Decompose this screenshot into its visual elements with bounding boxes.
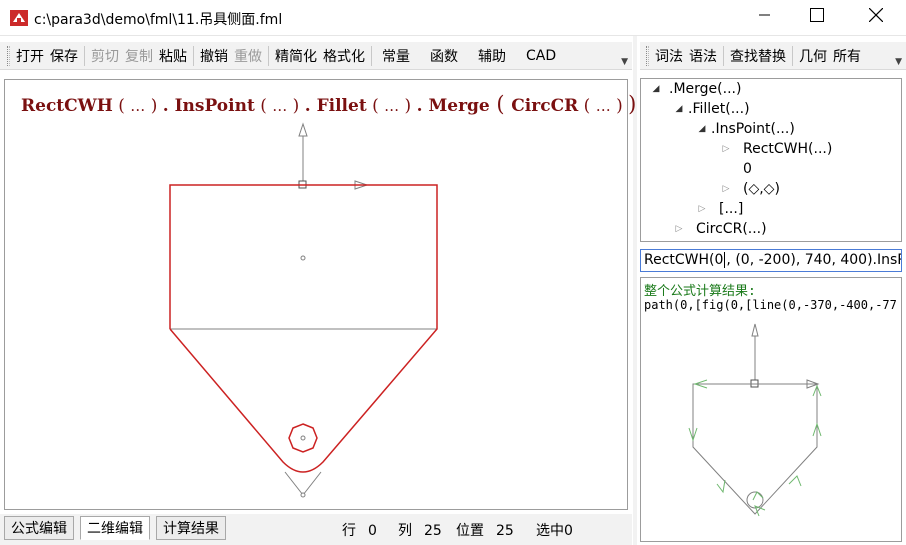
tree-node-label: 0 (743, 161, 752, 177)
expanded-arrow-icon[interactable]: ◢ (672, 104, 686, 114)
tree-node-label: RectCWH(...) (743, 141, 833, 157)
status-row-label: 行 (342, 523, 356, 539)
status-col: 列 25 (398, 520, 442, 540)
formula-input[interactable]: RectCWH(0, (0, -200), 740, 400).InsP (640, 249, 902, 272)
tab-calc-result[interactable]: 计算结果 (156, 516, 226, 540)
maximize-icon (810, 8, 824, 22)
status-bar: 公式编辑 二维编辑 计算结果 行0 列 25 位置 25 选中0 (0, 514, 632, 545)
y-axis-arrow-icon (298, 122, 308, 137)
cone-tip-left-line (284, 471, 304, 496)
cad-menu-button[interactable]: CAD (523, 48, 559, 64)
status-row-value: 0 (368, 523, 377, 539)
status-col-label: 列 (398, 523, 412, 539)
tree-node[interactable]: ▷ [...] (695, 201, 744, 217)
functions-menu-button[interactable]: 函数 (427, 46, 461, 66)
constants-menu-button[interactable]: 常量 (379, 46, 413, 66)
collapsed-arrow-icon[interactable]: ▷ (695, 204, 709, 214)
syntax-button[interactable]: 语法 (686, 46, 720, 66)
tree-node[interactable]: ◢ .Fillet(...) (672, 101, 750, 117)
main-toolbar: 打开 保存 剪切 复制 粘贴 撤销 重做 精简化 格式化 常量 函数 辅助 CA… (0, 42, 632, 70)
app-icon (10, 10, 28, 26)
toolbar-grip[interactable] (7, 45, 10, 66)
toolbar-separator (84, 45, 85, 66)
tree-node[interactable]: ▷ CircCR(...) (672, 221, 767, 237)
status-position-value: 25 (496, 523, 514, 539)
toolbar-separator (268, 45, 269, 66)
helpers-menu-button[interactable]: 辅助 (475, 46, 509, 66)
center-marker[interactable] (300, 255, 306, 261)
tree-node[interactable]: ▷ (◇,◇) (719, 181, 780, 197)
format-button[interactable]: 格式化 (320, 46, 368, 66)
toolbar-grip[interactable] (646, 45, 649, 66)
2d-editor-canvas[interactable]: RectCWH ( … ) . InsPoint ( … ) . Fillet … (4, 79, 636, 510)
paste-button[interactable]: 粘贴 (156, 46, 190, 66)
preview-outline-path (692, 383, 818, 515)
expanded-arrow-icon[interactable]: ◢ (649, 84, 663, 94)
minimize-button[interactable] (742, 0, 788, 30)
cone-tip-right-line (302, 471, 322, 496)
tree-node[interactable]: ◢ .Merge(...) (649, 81, 742, 97)
tree-node-label: [...] (719, 201, 744, 217)
minimize-icon (759, 14, 770, 16)
lexical-button[interactable]: 词法 (652, 46, 686, 66)
tree-node[interactable]: ◢ .InsPoint(...) (695, 121, 795, 137)
tree-node-label: .InsPoint(...) (711, 121, 795, 137)
geometry-button[interactable]: 几何 (796, 46, 830, 66)
toolbar-separator (792, 45, 793, 66)
circle-center-marker[interactable] (300, 435, 306, 441)
preview-y-arrow-icon (751, 323, 759, 337)
toolbar-overflow-icon[interactable]: ▼ (621, 57, 628, 67)
open-button[interactable]: 打开 (13, 46, 47, 66)
status-selection-label: 选中 (536, 523, 564, 539)
tree-node-label: .Merge(...) (669, 81, 742, 97)
tree-node[interactable]: 0 (743, 161, 752, 177)
tab-2d-edit[interactable]: 二维编辑 (80, 516, 150, 540)
simplify-button[interactable]: 精简化 (272, 46, 320, 66)
formula-input-text: RectCWH(0 (644, 252, 724, 268)
status-selection-value: 0 (564, 523, 573, 539)
result-preview-drawing (688, 323, 822, 517)
cone-tip-marker[interactable] (300, 492, 306, 498)
toolbar-separator (193, 45, 194, 66)
save-button[interactable]: 保存 (47, 46, 81, 66)
find-replace-button[interactable]: 查找替换 (727, 46, 789, 66)
status-row: 行0 (342, 520, 377, 540)
analysis-toolbar: 词法 语法 查找替换 几何 所有 ▼ (640, 42, 906, 70)
status-col-value: 25 (424, 523, 442, 539)
toolbar-separator (371, 45, 372, 66)
status-position-label: 位置 (456, 523, 484, 539)
tree-node-label: CircCR(...) (696, 221, 767, 237)
formula-tree-view[interactable]: ◢ .Merge(...) ◢ .Fillet(...) ◢ .InsPoint(..… (640, 78, 902, 242)
close-button[interactable] (853, 0, 899, 30)
cut-button[interactable]: 剪切 (88, 46, 122, 66)
collapsed-arrow-icon[interactable]: ▷ (672, 224, 686, 234)
status-selection: 选中0 (536, 520, 573, 540)
shape-drawing (169, 122, 438, 498)
title-bar: c:\para3d\demo\fml\11.吊具侧面.fml (0, 0, 906, 36)
toolbar-separator (723, 45, 724, 66)
all-button[interactable]: 所有 (830, 46, 864, 66)
formula-input-text: , (0, -200), 740, 400).InsP (726, 252, 902, 268)
tree-node-label: .Fillet(...) (688, 101, 750, 117)
preview-direction-arrows (688, 379, 822, 517)
toolbar-overflow-icon[interactable]: ▼ (895, 57, 902, 67)
collapsed-arrow-icon[interactable]: ▷ (719, 184, 733, 194)
status-position: 位置 25 (456, 520, 514, 540)
expanded-arrow-icon[interactable]: ◢ (695, 124, 709, 134)
collapsed-arrow-icon[interactable]: ▷ (719, 144, 733, 154)
tree-node-label: (◇,◇) (743, 181, 780, 197)
window-title: c:\para3d\demo\fml\11.吊具侧面.fml (34, 12, 283, 28)
maximize-button[interactable] (794, 0, 840, 30)
undo-button[interactable]: 撤销 (197, 46, 231, 66)
close-icon (869, 8, 883, 22)
tab-formula-edit[interactable]: 公式编辑 (4, 516, 74, 540)
result-panel[interactable]: 整个公式计算结果: path(0,[fig(0,[line(0,-370,-40… (640, 277, 902, 542)
tree-node[interactable]: ▷ RectCWH(...) (719, 141, 833, 157)
copy-button[interactable]: 复制 (122, 46, 156, 66)
redo-button[interactable]: 重做 (231, 46, 265, 66)
